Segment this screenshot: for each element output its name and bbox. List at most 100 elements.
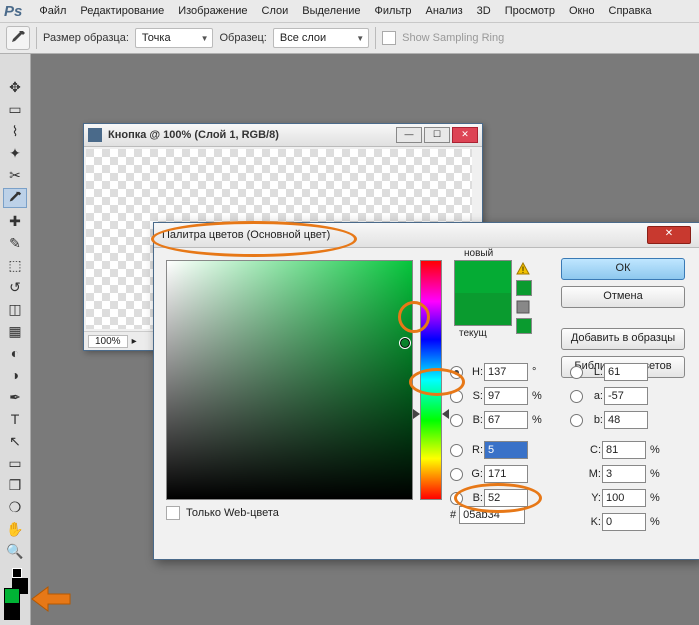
move-tool[interactable]: ✥ [4,78,26,96]
input-m[interactable]: 3 [602,465,646,483]
blur-tool[interactable]: ◐ [4,344,26,362]
current-color-swatch[interactable] [455,293,511,325]
input-lb[interactable]: 48 [604,411,648,429]
minimize-button[interactable]: — [396,127,422,143]
wand-tool[interactable]: ✦ [4,144,26,162]
web-colors-label: Только Web-цвета [186,507,279,519]
input-c[interactable]: 81 [602,441,646,459]
pen-tool[interactable]: ✒ [4,388,26,406]
radio-g[interactable] [450,468,463,481]
unit-bv: % [532,414,544,426]
input-s[interactable]: 97 [484,387,528,405]
sample-size-select[interactable]: Точка▼ [135,28,214,48]
input-bb[interactable]: 52 [484,489,528,507]
shape-tool[interactable]: ▭ [4,454,26,472]
marquee-tool[interactable]: ▭ [4,100,26,118]
picker-titlebar[interactable]: Палитра цветов (Основной цвет) ✕ [154,223,699,248]
input-a[interactable]: -57 [604,387,648,405]
type-tool[interactable]: T [4,410,26,428]
websafe-nearest-swatch[interactable] [516,318,532,334]
radio-a[interactable] [570,390,583,403]
menu-3d[interactable]: 3D [470,5,498,17]
unit-h: ° [532,366,544,378]
radio-bb[interactable] [450,492,463,505]
menu-edit[interactable]: Редактирование [73,5,171,17]
menu-image[interactable]: Изображение [171,5,254,17]
hand-tool[interactable]: ✋ [4,520,26,538]
input-k[interactable]: 0 [602,513,646,531]
radio-l[interactable] [570,366,583,379]
3d-cam-tool[interactable]: ❍ [4,498,26,516]
picker-close-button[interactable]: ✕ [647,226,691,244]
menu-layers[interactable]: Слои [255,5,296,17]
hex-input[interactable]: 05ab34 [459,506,525,524]
svg-text:!: ! [522,265,525,275]
path-tool[interactable]: ↖ [4,432,26,450]
menu-filter[interactable]: Фильтр [368,5,419,17]
stamp-tool[interactable]: ⬚ [4,256,26,274]
label-a: a: [587,390,603,402]
color-picker-dialog: Палитра цветов (Основной цвет) ✕ новый т… [153,222,699,560]
menu-analysis[interactable]: Анализ [419,5,470,17]
new-color-swatch [455,261,511,293]
sample-size-label: Размер образца: [43,32,129,44]
hue-handle-left[interactable] [413,409,420,419]
radio-h[interactable] [450,366,463,379]
color-swatches[interactable] [4,578,26,600]
menu-window[interactable]: Окно [562,5,602,17]
cancel-button[interactable]: Отмена [561,286,685,308]
sample-size-value: Точка [142,32,171,44]
ps-doc-icon [88,128,102,142]
input-y[interactable]: 100 [602,489,646,507]
lasso-tool[interactable]: ⌇ [4,122,26,140]
websafe-warning-icon[interactable] [516,300,530,314]
label-h: H: [467,366,483,378]
gamut-nearest-swatch[interactable] [516,280,532,296]
label-r: R: [467,444,483,456]
eyedropper-tool[interactable] [3,188,27,208]
hue-handle-right[interactable] [442,409,449,419]
menu-file[interactable]: Файл [32,5,73,17]
radio-r[interactable] [450,444,463,457]
add-swatch-button[interactable]: Добавить в образцы [561,328,685,350]
radio-s[interactable] [450,390,463,403]
eraser-tool[interactable]: ◫ [4,300,26,318]
web-colors-checkbox[interactable] [166,506,180,520]
document-titlebar[interactable]: Кнопка @ 100% (Слой 1, RGB/8) — ☐ ✕ [84,124,482,147]
menu-help[interactable]: Справка [602,5,659,17]
3d-tool[interactable]: ❒ [4,476,26,494]
input-r[interactable]: 5 [484,441,528,459]
input-g[interactable]: 171 [484,465,528,483]
input-l[interactable]: 61 [604,363,648,381]
sample-target-select[interactable]: Все слои▼ [273,28,369,48]
zoom-tool[interactable]: 🔍 [4,542,26,560]
brush-tool[interactable]: ✎ [4,234,26,252]
hue-slider[interactable] [420,260,442,500]
history-brush-tool[interactable]: ↺ [4,278,26,296]
zoom-field[interactable]: 100% [88,335,128,348]
maximize-button[interactable]: ☐ [424,127,450,143]
dodge-tool[interactable]: ◑ [4,366,26,384]
annotation-arrow-icon [30,586,72,612]
gamut-warning-icon[interactable]: ! [516,262,530,276]
ok-button[interactable]: ОК [561,258,685,280]
menu-view[interactable]: Просмотр [498,5,562,17]
radio-lb[interactable] [570,414,583,427]
status-arrow-icon[interactable]: ▸ [132,336,137,347]
radio-b[interactable] [450,414,463,427]
gradient-tool[interactable]: ▦ [4,322,26,340]
sb-picker-handle[interactable] [399,337,411,349]
input-bv[interactable]: 67 [484,411,528,429]
input-h[interactable]: 137 [484,363,528,381]
saturation-brightness-field[interactable] [166,260,413,500]
crop-tool[interactable]: ✂ [4,166,26,184]
label-k: K: [585,516,601,528]
foreground-swatch[interactable] [4,588,20,604]
eyedropper-tool-icon[interactable] [6,26,30,50]
show-ring-checkbox[interactable] [382,31,396,45]
label-l: L: [587,366,603,378]
heal-tool[interactable]: ✚ [4,212,26,230]
close-button[interactable]: ✕ [452,127,478,143]
menu-select[interactable]: Выделение [295,5,367,17]
hex-label: # [450,509,456,521]
